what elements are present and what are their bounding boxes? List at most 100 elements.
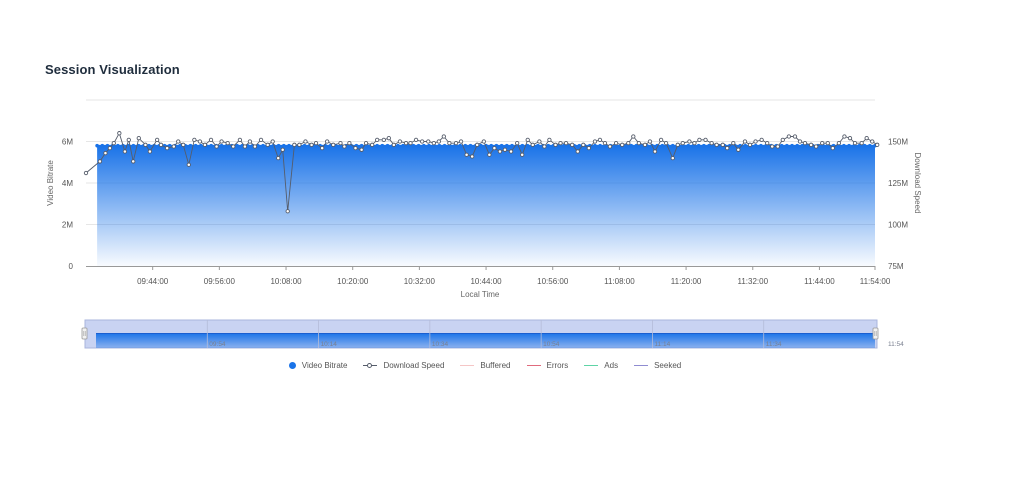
download-speed-point	[607, 144, 613, 149]
legend-item-download-speed[interactable]: Download Speed	[363, 361, 444, 370]
download-speed-point	[575, 149, 580, 154]
y-left-tick-label: 2M	[62, 221, 73, 230]
legend-line-icon	[460, 365, 475, 366]
download-speed-point	[292, 142, 297, 147]
video-bitrate-point	[670, 143, 675, 148]
video-bitrate-point	[416, 143, 421, 148]
video-bitrate-point	[660, 143, 665, 148]
download-speed-point	[126, 137, 131, 142]
video-bitrate-point	[199, 143, 203, 148]
video-bitrate-point	[696, 143, 701, 148]
download-speed-point	[347, 141, 352, 146]
legend-item-ads[interactable]: Ads	[584, 361, 618, 370]
download-speed-point	[265, 142, 270, 147]
download-speed-point	[830, 145, 835, 151]
download-speed-point	[475, 142, 480, 147]
navigator-tick-label: 10:34	[432, 341, 449, 348]
video-bitrate-point	[499, 143, 504, 148]
download-speed-point	[742, 139, 748, 144]
download-speed-point	[111, 141, 116, 146]
download-speed-point	[136, 136, 141, 141]
video-bitrate-point	[753, 143, 758, 148]
download-speed-point	[875, 142, 880, 147]
navigator-tick-label: 10:14	[321, 341, 338, 348]
download-speed-point	[107, 145, 113, 151]
download-speed-point	[487, 152, 492, 157]
x-tick-label: 11:44:00	[804, 277, 835, 286]
video-bitrate-point	[785, 143, 789, 148]
legend-item-video-bitrate[interactable]: Video Bitrate	[288, 361, 347, 370]
download-speed-point	[780, 137, 785, 142]
download-speed-point	[375, 137, 380, 142]
legend-item-errors[interactable]: Errors	[526, 361, 569, 370]
download-speed-point	[663, 141, 669, 146]
video-bitrate-point	[193, 143, 198, 148]
download-speed-point	[808, 142, 814, 147]
legend-item-seeked[interactable]: Seeked	[634, 361, 681, 370]
video-bitrate-point	[209, 143, 214, 148]
video-bitrate-point	[380, 143, 385, 148]
x-axis-title: Local Time	[461, 290, 500, 299]
download-speed-point	[319, 145, 325, 151]
video-bitrate-point	[287, 143, 291, 148]
download-speed-point	[813, 144, 819, 149]
download-speed-point	[680, 141, 685, 146]
download-speed-point	[158, 142, 164, 147]
legend-line-icon	[526, 365, 541, 366]
navigator-end-label: 11:54	[888, 341, 904, 348]
navigator-left-handle[interactable]	[81, 327, 88, 340]
x-tick-label: 11:08:00	[604, 277, 635, 286]
download-speed-point	[709, 141, 714, 146]
download-speed-point	[164, 145, 170, 151]
download-speed-point	[247, 139, 253, 144]
video-bitrate-point	[458, 143, 462, 148]
download-speed-point	[359, 147, 364, 152]
download-speed-point	[731, 141, 736, 146]
navigator-right-handle[interactable]	[872, 327, 879, 340]
legend-line-icon	[584, 365, 599, 366]
download-speed-point	[458, 139, 464, 144]
video-bitrate-point	[842, 143, 846, 148]
download-speed-point	[97, 159, 103, 164]
download-speed-point	[481, 139, 486, 144]
x-tick-label: 11:54:00	[860, 277, 891, 286]
download-speed-point	[363, 141, 369, 146]
download-speed-point	[186, 162, 191, 167]
download-speed-point	[753, 139, 758, 144]
video-bitrate-point	[779, 143, 784, 148]
video-bitrate-area	[97, 145, 876, 266]
video-bitrate-point	[686, 143, 691, 148]
video-bitrate-point	[505, 143, 509, 148]
legend-label: Errors	[546, 361, 569, 370]
video-bitrate-point	[546, 143, 551, 148]
download-speed-point	[353, 145, 358, 151]
download-speed-point	[464, 152, 469, 157]
download-speed-point	[602, 141, 608, 146]
download-speed-point	[309, 142, 314, 147]
video-bitrate-point	[598, 143, 602, 148]
download-speed-point	[547, 137, 552, 142]
x-tick-label: 11:20:00	[671, 277, 702, 286]
download-speed-point	[397, 139, 403, 144]
download-speed-point	[331, 142, 336, 147]
download-speed-point	[197, 139, 203, 144]
download-speed-point	[447, 141, 452, 146]
download-speed-point	[403, 141, 409, 146]
download-speed-point	[770, 144, 775, 149]
video-bitrate-point	[868, 143, 872, 148]
download-speed-point	[725, 145, 730, 151]
video-bitrate-point	[795, 143, 800, 148]
download-speed-point	[563, 141, 569, 146]
download-speed-point	[131, 159, 136, 164]
download-speed-point	[631, 134, 636, 139]
video-bitrate-point	[385, 143, 390, 148]
download-speed-point	[391, 142, 396, 147]
legend-item-buffered[interactable]: Buffered	[460, 361, 511, 370]
download-speed-point	[592, 139, 598, 144]
download-speed-point	[613, 141, 619, 146]
download-speed-point	[370, 142, 375, 147]
video-bitrate-point	[759, 143, 763, 148]
download-speed-point	[836, 141, 842, 146]
download-speed-point	[515, 141, 520, 146]
y-right-tick-label: 100M	[888, 221, 908, 230]
